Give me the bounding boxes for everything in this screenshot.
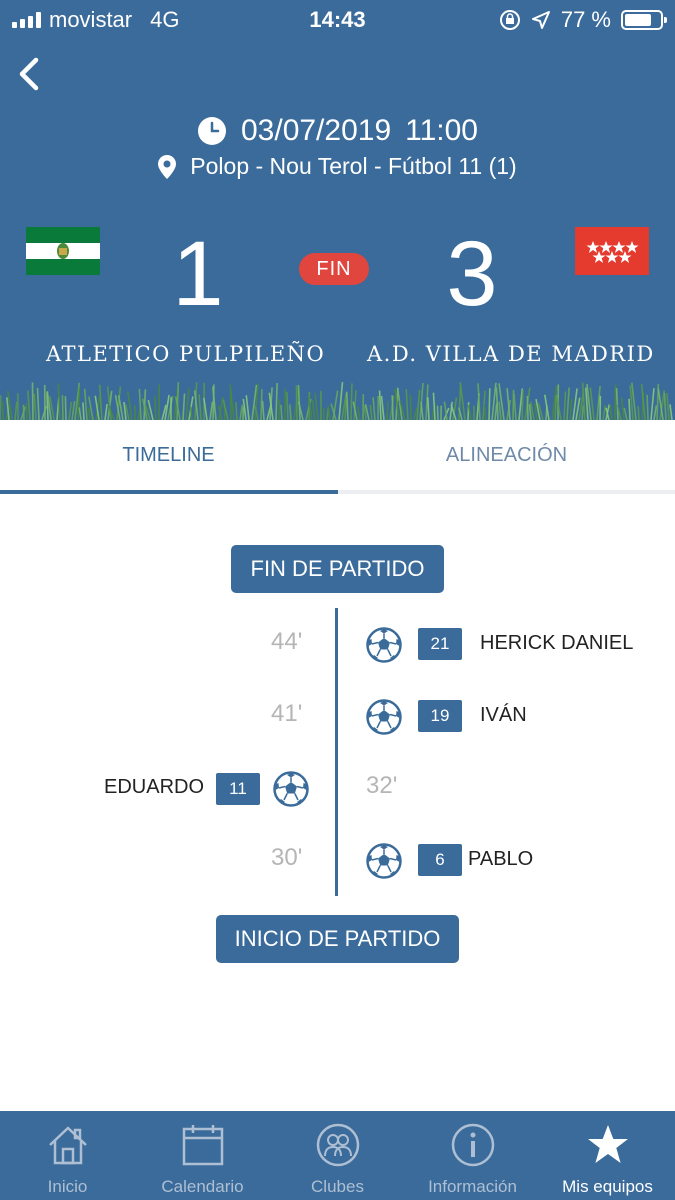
event-minute: 32' (366, 772, 398, 799)
battery-percent: 77 % (560, 7, 611, 32)
start-of-match-label: INICIO DE PARTIDO (216, 915, 459, 963)
soccer-ball-icon (366, 699, 402, 735)
active-tab-indicator (0, 490, 338, 494)
nav-label: Mis equipos (562, 1177, 653, 1196)
soccer-ball-icon (273, 771, 309, 807)
away-score: 3 (446, 223, 498, 325)
clubs-icon (316, 1123, 360, 1167)
soccer-ball-icon (366, 843, 402, 879)
back-arrow-icon[interactable] (10, 52, 50, 96)
event-minute: 30' (271, 844, 303, 871)
event-minute: 44' (271, 628, 303, 655)
nav-label: Clubes (311, 1177, 364, 1196)
grass-decoration (0, 381, 673, 420)
location-arrow-icon (531, 11, 550, 29)
battery-icon (621, 10, 667, 30)
player-number: 19 (418, 700, 462, 732)
away-team-flag (575, 227, 649, 275)
nav-label: Información (428, 1177, 517, 1196)
event-minute: 41' (271, 700, 303, 727)
location-pin-icon (158, 154, 177, 179)
end-of-match-label: FIN DE PARTIDO (231, 545, 444, 593)
nav-label: Inicio (47, 1177, 88, 1196)
home-team-flag (26, 227, 100, 275)
status-right: 77 % (499, 7, 667, 33)
match-datetime: 03/07/2019 11:00 (0, 114, 675, 148)
home-score: 1 (172, 223, 224, 325)
player-name: HERICK DANIEL (480, 632, 634, 654)
bottom-navigation: Inicio Calendario Clubes Información Mis… (0, 1111, 675, 1200)
player-name: EDUARDO (104, 776, 205, 798)
nav-informacion[interactable]: Información (405, 1111, 540, 1200)
calendar-icon (182, 1125, 224, 1166)
match-location: Polop - Nou Terol - Fútbol 11 (1) (0, 153, 675, 180)
player-number: 6 (418, 844, 462, 876)
match-header: movistar 4G 14:43 77 % 03/07/2019 11:00 … (0, 0, 675, 420)
match-time: 11:00 (405, 114, 478, 147)
away-team-name: A.D. VILLA DE MADRID (367, 342, 655, 366)
nav-mis-equipos[interactable]: Mis equipos (540, 1111, 675, 1200)
tab-bar: TIMELINE ALINEACIÓN (0, 420, 675, 494)
nav-clubes[interactable]: Clubes (270, 1111, 405, 1200)
battery-fill (625, 14, 652, 26)
home-team-name: ATLETICO PULPILEÑO (46, 342, 326, 366)
status-bar: movistar 4G 14:43 77 % (0, 0, 675, 40)
match-status-badge: FIN (299, 253, 369, 285)
match-date: 03/07/2019 (240, 114, 392, 147)
info-icon (451, 1123, 495, 1167)
home-icon (49, 1126, 87, 1165)
soccer-ball-icon (366, 627, 402, 663)
nav-label: Calendario (161, 1177, 244, 1196)
player-name: IVÁN (480, 704, 527, 726)
nav-calendario[interactable]: Calendario (135, 1111, 270, 1200)
tab-timeline[interactable]: TIMELINE (0, 420, 337, 490)
timeline-axis (335, 608, 338, 896)
clock-icon (197, 117, 226, 145)
tab-alineacion[interactable]: ALINEACIÓN (338, 420, 675, 490)
player-name: PABLO (468, 848, 534, 870)
star-icon (588, 1125, 628, 1163)
rotation-lock-icon (499, 10, 520, 30)
nav-inicio[interactable]: Inicio (0, 1111, 135, 1200)
player-number: 11 (216, 773, 260, 805)
player-number: 21 (418, 628, 462, 660)
location-text: Polop - Nou Terol - Fútbol 11 (1) (190, 153, 517, 179)
